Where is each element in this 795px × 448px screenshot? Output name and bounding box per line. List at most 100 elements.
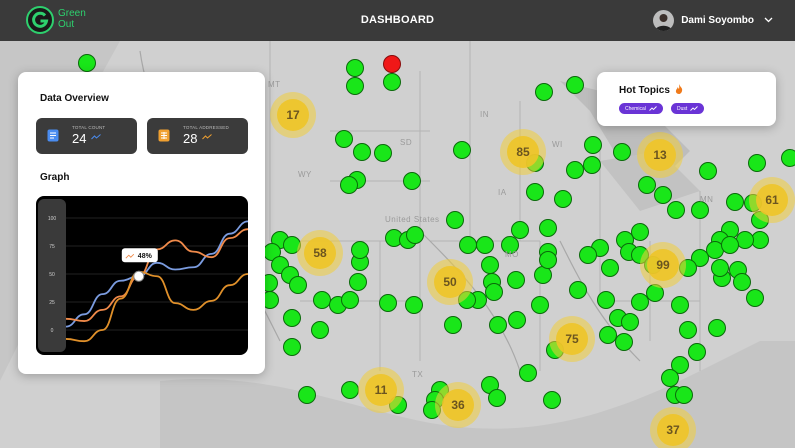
map-marker[interactable] xyxy=(711,259,729,277)
map-marker[interactable] xyxy=(453,141,471,159)
map-marker-alert[interactable] xyxy=(383,55,401,73)
map-cluster[interactable]: 99 xyxy=(640,242,686,288)
map-marker[interactable] xyxy=(346,77,364,95)
map-marker[interactable] xyxy=(519,364,537,382)
user-menu[interactable]: Dami Soyombo xyxy=(653,9,773,31)
green-out-logo-icon[interactable] xyxy=(26,6,54,34)
cluster-count: 58 xyxy=(313,246,327,260)
map-marker[interactable] xyxy=(621,313,639,331)
map-marker[interactable] xyxy=(654,186,672,204)
map-marker[interactable] xyxy=(481,256,499,274)
series-line-2 xyxy=(65,270,248,343)
map-marker[interactable] xyxy=(601,259,619,277)
map-cluster[interactable]: 36 xyxy=(435,382,481,428)
map-marker[interactable] xyxy=(579,246,597,264)
map-marker[interactable] xyxy=(721,236,739,254)
map-marker[interactable] xyxy=(691,201,709,219)
tag-dust-label: Dust xyxy=(677,105,688,112)
map-marker[interactable] xyxy=(667,201,685,219)
map-marker[interactable] xyxy=(379,294,397,312)
map-marker[interactable] xyxy=(583,156,601,174)
map-marker[interactable] xyxy=(311,321,329,339)
map-marker[interactable] xyxy=(405,296,423,314)
map-marker[interactable] xyxy=(383,73,401,91)
map-marker[interactable] xyxy=(511,221,529,239)
map-marker[interactable] xyxy=(726,193,744,211)
map-marker[interactable] xyxy=(661,369,679,387)
total-addressed-card[interactable]: TOTAL ADDRESSED 28 xyxy=(147,118,248,154)
map-marker[interactable] xyxy=(708,319,726,337)
map-marker[interactable] xyxy=(341,381,359,399)
map-marker[interactable] xyxy=(615,333,633,351)
map-marker[interactable] xyxy=(699,162,717,180)
map-marker[interactable] xyxy=(508,311,526,329)
map-marker[interactable] xyxy=(539,219,557,237)
map-marker[interactable] xyxy=(78,54,96,72)
map-marker[interactable] xyxy=(613,143,631,161)
map-marker[interactable] xyxy=(346,59,364,77)
map-cluster[interactable]: 37 xyxy=(650,407,696,448)
map-marker[interactable] xyxy=(283,309,301,327)
map-marker[interactable] xyxy=(748,154,766,172)
map-marker[interactable] xyxy=(406,226,424,244)
total-count-card[interactable]: TOTAL COUNT 24 xyxy=(36,118,137,154)
map-marker[interactable] xyxy=(539,251,557,269)
map-marker[interactable] xyxy=(746,289,764,307)
map-marker[interactable] xyxy=(283,338,301,356)
cluster-count: 13 xyxy=(653,148,667,162)
map-cluster[interactable]: 58 xyxy=(297,230,343,276)
map-marker[interactable] xyxy=(584,136,602,154)
map-marker[interactable] xyxy=(597,291,615,309)
total-addressed-label: TOTAL ADDRESSED xyxy=(183,125,229,130)
map-marker[interactable] xyxy=(488,389,506,407)
map-marker[interactable] xyxy=(543,391,561,409)
map-marker[interactable] xyxy=(501,236,519,254)
map-marker[interactable] xyxy=(349,273,367,291)
map-marker[interactable] xyxy=(671,296,689,314)
tag-dust[interactable]: Dust xyxy=(671,103,705,114)
map-marker[interactable] xyxy=(507,271,525,289)
map-marker[interactable] xyxy=(675,386,693,404)
map-cluster[interactable]: 11 xyxy=(358,367,404,413)
map-marker[interactable] xyxy=(688,343,706,361)
map-marker[interactable] xyxy=(531,296,549,314)
map-cluster[interactable]: 75 xyxy=(549,316,595,362)
map-marker[interactable] xyxy=(679,321,697,339)
map-marker[interactable] xyxy=(340,176,358,194)
map-marker[interactable] xyxy=(526,183,544,201)
map-marker[interactable] xyxy=(459,236,477,254)
map-marker[interactable] xyxy=(374,144,392,162)
map-cluster[interactable]: 85 xyxy=(500,129,546,175)
chevron-down-icon[interactable] xyxy=(764,17,773,23)
map-marker[interactable] xyxy=(535,83,553,101)
map-cluster[interactable]: 17 xyxy=(270,92,316,138)
map-marker[interactable] xyxy=(733,273,751,291)
map-marker[interactable] xyxy=(566,161,584,179)
highlight-point[interactable] xyxy=(133,270,145,282)
map-marker[interactable] xyxy=(489,316,507,334)
map-cluster[interactable]: 61 xyxy=(749,177,795,223)
map-marker[interactable] xyxy=(569,281,587,299)
map-marker[interactable] xyxy=(476,236,494,254)
map-marker[interactable] xyxy=(638,176,656,194)
map-marker[interactable] xyxy=(446,211,464,229)
map-cluster[interactable]: 50 xyxy=(427,259,473,305)
map-marker[interactable] xyxy=(566,76,584,94)
logo-wordmark: Green Out xyxy=(58,8,86,30)
map-marker[interactable] xyxy=(444,316,462,334)
map-marker[interactable] xyxy=(335,130,353,148)
map-marker[interactable] xyxy=(781,149,795,167)
map-marker[interactable] xyxy=(353,143,371,161)
map-marker[interactable] xyxy=(289,276,307,294)
y-tick-label: 50 xyxy=(49,272,55,278)
map-marker[interactable] xyxy=(298,386,316,404)
line-chart[interactable]: 100 75 50 25 0 48% xyxy=(36,196,248,355)
map-marker[interactable] xyxy=(341,291,359,309)
map-marker[interactable] xyxy=(485,283,503,301)
data-overview-card: Data Overview TOTAL COUNT 24 TOTAL ADDRE… xyxy=(18,72,265,374)
map-marker[interactable] xyxy=(554,190,572,208)
map-cluster[interactable]: 13 xyxy=(637,132,683,178)
tag-chemical[interactable]: Chemical xyxy=(619,103,663,114)
map-marker[interactable] xyxy=(351,241,369,259)
map-marker[interactable] xyxy=(403,172,421,190)
